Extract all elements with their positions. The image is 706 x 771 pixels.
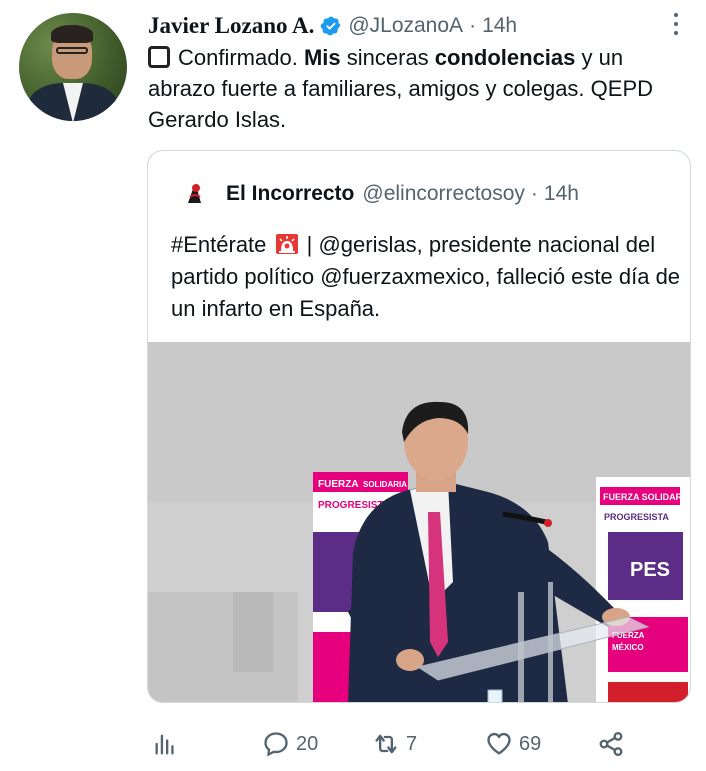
like-count: 69: [519, 732, 542, 755]
banner-right-line2: PROGRESISTA: [604, 512, 669, 522]
quote-author-avatar[interactable]: [182, 181, 208, 207]
rotating-light-icon: [275, 234, 298, 254]
separator-dot: ·: [469, 14, 477, 37]
tweet-header: Javier Lozano A. @JLozanoA · 14h: [148, 10, 517, 42]
more-options-icon[interactable]: [670, 10, 682, 38]
banner-left-line1: FUERZA: [318, 479, 359, 490]
verified-badge-icon: [321, 16, 341, 36]
analytics-button[interactable]: [152, 724, 186, 764]
tweet-text-part: sinceras: [340, 45, 435, 70]
banner-right-line1: FUERZA SOLIDARIA: [603, 492, 690, 502]
share-button[interactable]: [597, 724, 631, 764]
reply-button[interactable]: 20: [262, 724, 318, 764]
quote-author-handle[interactable]: @elincorrectosoy: [362, 182, 525, 206]
quote-text: #Entérate | @gerislas, presidente nacion…: [171, 229, 681, 325]
author-handle[interactable]: @JLozanoA: [348, 14, 463, 38]
author-avatar[interactable]: [19, 13, 127, 121]
avatar-glasses: [56, 47, 88, 54]
photo-illustration: FUERZA SOLIDARIA PROGRESISTA FUERZA SOLI…: [148, 342, 690, 702]
tweet-text: Confirmado. Mis sinceras condolencias y …: [148, 42, 688, 135]
banner-right-small2: MÉXICO: [612, 643, 644, 652]
quote-timestamp[interactable]: 14h: [544, 182, 579, 206]
quote-separator-dot: ·: [530, 182, 538, 205]
tweet-timestamp[interactable]: 14h: [482, 14, 517, 38]
tweet-text-bold: condolencias: [434, 45, 576, 70]
analytics-icon: [155, 734, 174, 755]
quote-header: El Incorrecto @elincorrectosoy · 14h: [182, 179, 579, 209]
heart-icon: [487, 732, 511, 755]
like-button[interactable]: 69: [485, 724, 541, 764]
avatar-hair: [51, 25, 93, 43]
banner-right-logo: PES: [630, 559, 670, 581]
quote-author-name[interactable]: El Incorrecto: [226, 182, 354, 206]
tweet-text-bold: Mis: [303, 45, 341, 70]
hashtag-link[interactable]: #Entérate: [171, 232, 266, 257]
more-dot: [674, 13, 678, 17]
quoted-tweet[interactable]: El Incorrecto @elincorrectosoy · 14h #En…: [147, 150, 691, 703]
more-dot: [674, 31, 678, 35]
reply-count: 20: [296, 732, 319, 755]
retweet-icon: [375, 734, 397, 754]
share-icon: [599, 731, 623, 757]
quote-photo[interactable]: FUERZA SOLIDARIA PROGRESISTA FUERZA SOLI…: [148, 342, 690, 702]
more-dot: [674, 22, 678, 26]
author-name[interactable]: Javier Lozano A.: [148, 13, 314, 39]
square-button-icon: [148, 46, 170, 68]
tweet-text-part: Confirmado.: [178, 45, 304, 70]
tweet-action-bar: 20 7 69: [150, 724, 690, 764]
retweet-count: 7: [406, 732, 418, 755]
reply-icon: [264, 732, 288, 757]
retweet-button[interactable]: 7: [372, 724, 417, 764]
banner-left-line1b: SOLIDARIA: [363, 480, 407, 489]
